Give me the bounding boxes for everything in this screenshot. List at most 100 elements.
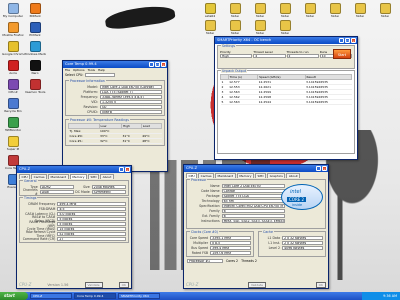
minimize-icon[interactable]: _ (119, 167, 124, 172)
desktop-icon[interactable]: Google Chrome (2, 41, 24, 56)
menu-options[interactable]: Options (73, 68, 85, 72)
menu-file[interactable]: File (65, 68, 70, 72)
tab-spd[interactable]: SPD (255, 173, 267, 178)
desktop-icon[interactable]: My Computer (3, 3, 23, 18)
desktop-icon-label: folder (280, 15, 290, 18)
tab-memory[interactable]: Memory (69, 174, 88, 179)
core-temp-titlebar[interactable]: Core Temp 0.99.4 _ □ × (63, 61, 167, 68)
desktop-icon[interactable]: HWMonitor (3, 117, 23, 132)
desktop-icon[interactable]: folder (300, 3, 320, 18)
desktop-icon[interactable]: CPU-Z (3, 79, 23, 94)
field-value: 3388.78MHz (399.5 x 8.5) (99, 94, 162, 99)
priority-window[interactable]: SMARTPriority X64 - OC bench _ □ × Setting… (214, 36, 358, 160)
timings-fields: DRAM Frequency 499.4 MHz FSB:DRAM 4:5 CAS# L… (22, 201, 126, 241)
tab-about[interactable]: About (100, 174, 114, 179)
cell: 5 (220, 99, 229, 105)
menu-tools[interactable]: Tools (88, 68, 95, 72)
desktop-icon[interactable]: Daemon Tools (25, 79, 46, 94)
menu-help[interactable]: Help (98, 68, 105, 72)
start-button[interactable]: start (0, 292, 28, 300)
tab-about[interactable]: About (286, 173, 301, 178)
validate-button[interactable]: Validate (84, 281, 103, 288)
app-icon (7, 79, 19, 90)
desktop-icon[interactable]: Recycle Bin (3, 98, 23, 113)
minimize-icon[interactable]: _ (149, 62, 154, 67)
minimize-icon[interactable]: _ (339, 38, 344, 43)
desktop-icon[interactable]: PCMark (25, 22, 45, 37)
desktop-icon[interactable]: folder (250, 20, 270, 35)
cpuz-cpu-window[interactable]: CPU-Z _ × CPU Caches Mainboard Memory SPD Grap… (183, 164, 329, 289)
maximize-icon[interactable]: □ (155, 62, 160, 67)
setting-value[interactable]: 4 (253, 54, 286, 58)
close-icon[interactable]: × (125, 167, 130, 172)
app-icon (7, 117, 19, 128)
desktop-icon-label: CPU-Z (8, 91, 18, 94)
temperature-table: Low High Load Tj. Max: 100°C Core #0: 33°C 31°… (68, 123, 163, 144)
task-core-temp[interactable]: Core Temp 0.99.4 (74, 293, 116, 299)
folder-icon (379, 3, 391, 14)
ok-button[interactable]: OK (118, 281, 129, 288)
task-cpuz[interactable]: CPU-Z (30, 293, 72, 299)
temp-name: Core #1: (68, 138, 99, 144)
desktop-icon[interactable]: Nero (25, 60, 45, 75)
tab-spd[interactable]: SPD (88, 174, 100, 179)
select-cpu-dropdown[interactable] (85, 72, 116, 77)
field-label: Technology (201, 198, 220, 203)
cell: 12.2544 (257, 99, 305, 105)
close-icon[interactable]: × (161, 62, 166, 67)
field-row: RAS# Precharge (tRP) 5 clocks (22, 220, 126, 228)
maximize-icon[interactable]: □ (345, 38, 350, 43)
cpuz-memory-titlebar[interactable]: CPU-Z _ × (17, 166, 131, 173)
desktop-icon[interactable]: Super Pi (3, 136, 23, 151)
field-label: Specification (199, 203, 220, 208)
field-value: Intel(R) Core(TM)2 Duo CPU E6750 @ 2.66G… (221, 203, 285, 208)
logo-core2-text: CORE 2 (287, 197, 307, 202)
select-cpu-label: Select CPU: (65, 72, 84, 77)
close-icon[interactable]: × (351, 38, 356, 43)
desktop-icon[interactable]: 3DMark (25, 3, 45, 18)
priority-titlebar[interactable]: SMARTPriority X64 - OC bench _ □ × (215, 37, 357, 44)
ok-button[interactable]: OK (315, 281, 326, 288)
desktop-icon[interactable]: folder (200, 20, 220, 35)
desktop-icon[interactable]: folder (275, 3, 295, 18)
core-temp-window[interactable]: Core Temp 0.99.4 _ □ × File Options Tools … (62, 60, 168, 172)
field-value: Intel Core 2 Duo E6750 (221, 183, 285, 188)
minimize-icon[interactable]: _ (316, 166, 321, 171)
desktop-icon[interactable]: folder (250, 3, 270, 18)
field-value: 2048 MBytes (91, 184, 126, 189)
desktop-icon[interactable]: Windows Media (24, 41, 46, 56)
desktop-icon[interactable]: folder (325, 3, 345, 18)
general-fields: Type DDR2 Size 2048 MBytes Channels # Dual DC … (22, 184, 126, 196)
output-group: Unpack Output Time (s) Speed (GHz/s) Resul… (217, 69, 355, 154)
tab-mainboard[interactable]: Mainboard (215, 173, 236, 178)
desktop-icon-label: Nero (31, 72, 39, 75)
window-title: CPU-Z (186, 166, 198, 170)
cpuz-memory-window[interactable]: CPU-Z _ × CPU Caches Mainboard Memory SPD Abou… (16, 165, 132, 289)
desktop-icon[interactable]: folder (225, 20, 245, 35)
folder-icon (254, 20, 266, 31)
desktop-icon[interactable]: Avira (3, 60, 23, 75)
tab-memory[interactable]: Memory (236, 173, 255, 178)
task-priority[interactable]: SMARTPriority X64 (118, 293, 160, 299)
validate-button[interactable]: Validate (247, 281, 267, 288)
desktop-icon[interactable]: Mozilla Firefox (2, 22, 24, 37)
desktop-icon[interactable]: folder (275, 20, 295, 35)
settings-legend: Settings (221, 44, 237, 48)
selection-dropdown[interactable]: Processor #1 (187, 258, 223, 263)
field-row: Code Name Conroe (189, 188, 285, 193)
setting-value[interactable]: High (220, 54, 253, 58)
close-icon[interactable]: × (322, 166, 327, 171)
table-row: Core #1: 32°C 31°C 48°C (68, 138, 162, 144)
desktop-icon[interactable]: folder (225, 3, 245, 18)
desktop-icon[interactable]: folder (375, 3, 395, 18)
field-value: 3395.1 MHz (210, 235, 251, 240)
cpuz-cpu-titlebar[interactable]: CPU-Z _ × (184, 165, 328, 172)
tab-graphics[interactable]: Graphics (267, 173, 286, 178)
start-button[interactable]: Start (333, 49, 351, 59)
field-row: Specification Intel(R) Core(TM)2 Duo CPU … (189, 203, 285, 208)
desktop-icon[interactable]: aida64 (200, 3, 220, 18)
tab-mainboard[interactable]: Mainboard (48, 174, 69, 179)
desktop-icon[interactable]: folder (350, 3, 370, 18)
folder-icon (204, 20, 216, 31)
setting-value[interactable]: 2 (286, 54, 319, 58)
